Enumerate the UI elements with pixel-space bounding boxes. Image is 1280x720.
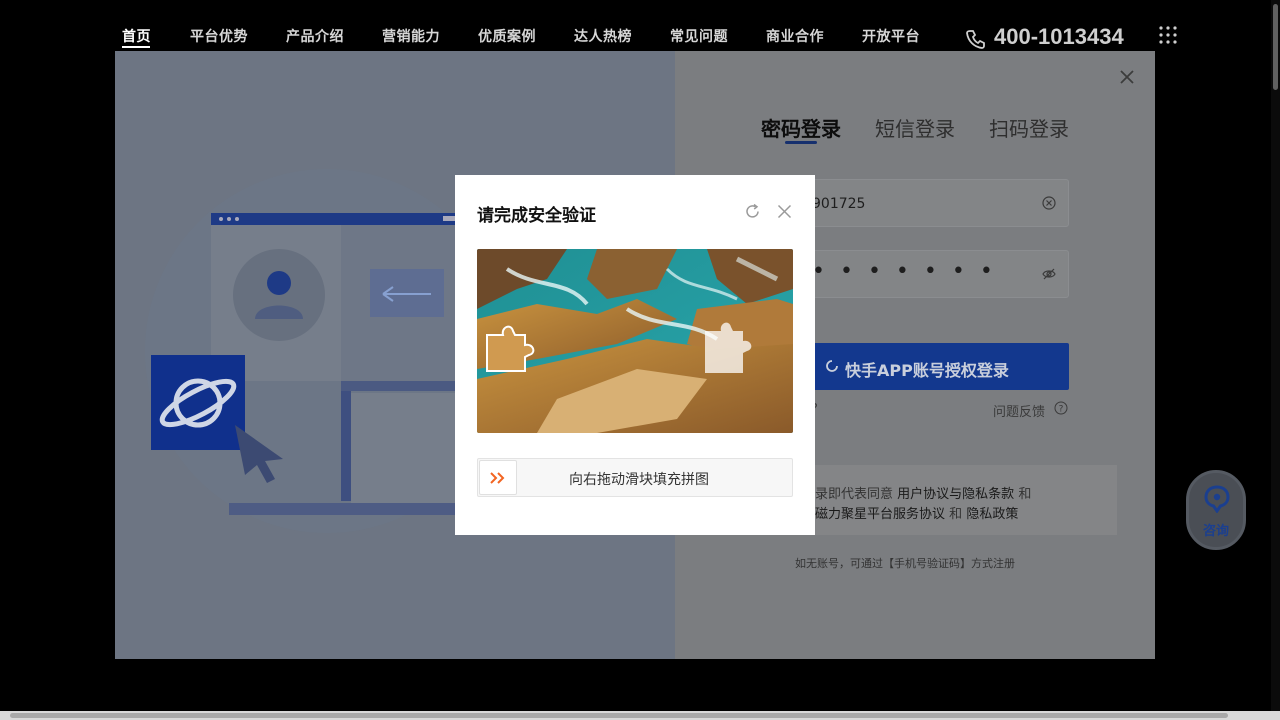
clear-input-icon[interactable] bbox=[1042, 196, 1056, 210]
privacy-policy-link[interactable]: 隐私政策 bbox=[966, 507, 1018, 522]
nav-cases[interactable]: 优质案例 bbox=[478, 26, 536, 46]
refresh-icon[interactable] bbox=[744, 203, 761, 220]
svg-text:?: ? bbox=[1059, 405, 1064, 415]
vertical-scrollbar[interactable] bbox=[1271, 0, 1280, 711]
horizontal-scrollbar-thumb[interactable] bbox=[10, 713, 1228, 718]
captcha-title: 请完成安全验证 bbox=[477, 206, 596, 226]
service-agreement-link[interactable]: 磁力聚星平台服务协议 bbox=[815, 507, 945, 522]
user-agreement-link[interactable]: 用户协议与隐私条款 bbox=[897, 487, 1014, 502]
loading-spinner-icon bbox=[826, 360, 838, 372]
nav-platform-advantages[interactable]: 平台优势 bbox=[190, 26, 248, 46]
nav-active-indicator bbox=[122, 46, 150, 48]
agreement-line-2: 磁力聚星平台服务协议 和 隐私政策 bbox=[815, 503, 1018, 522]
slider-track[interactable]: 向右拖动滑块填充拼图 bbox=[477, 458, 793, 497]
puzzle-image bbox=[477, 249, 793, 433]
tab-password-login[interactable]: 密码登录 bbox=[761, 113, 841, 142]
kuaishou-app-login-button[interactable]: 快手APP账号授权登录 bbox=[805, 343, 1069, 390]
vertical-scrollbar-thumb[interactable] bbox=[1273, 4, 1278, 90]
agreement-notice: 录即代表同意 用户协议与隐私条款 和 磁力聚星平台服务协议 和 隐私政策 bbox=[805, 465, 1117, 535]
nav-business[interactable]: 商业合作 bbox=[766, 26, 824, 46]
chat-bubble-icon bbox=[1204, 485, 1230, 513]
nav-products[interactable]: 产品介绍 bbox=[286, 26, 344, 46]
phone-icon bbox=[966, 30, 985, 49]
coastal-rocks-image bbox=[477, 249, 793, 433]
top-navigation: 首页 平台优势 产品介绍 营销能力 优质案例 达人热榜 常见问题 商业合作 开放… bbox=[0, 0, 1280, 52]
captcha-close-icon[interactable] bbox=[777, 204, 792, 219]
account-value: 901725 bbox=[812, 196, 866, 212]
nav-creator-ranking[interactable]: 达人热榜 bbox=[574, 26, 632, 46]
password-field[interactable]: • • • • • • • bbox=[805, 250, 1069, 298]
nav-marketing[interactable]: 营销能力 bbox=[382, 26, 440, 46]
nav-home[interactable]: 首页 bbox=[122, 26, 151, 46]
consult-label: 咨询 bbox=[1202, 524, 1229, 539]
tab-sms-login[interactable]: 短信登录 bbox=[875, 113, 955, 142]
kuaishou-button-label: 快手APP账号授权登录 bbox=[845, 361, 1009, 380]
help-circle-icon[interactable]: ? bbox=[1054, 401, 1068, 415]
phone-number: 400-1013434 bbox=[994, 24, 1124, 49]
apps-grid-icon[interactable] bbox=[1159, 26, 1177, 44]
consult-button[interactable]: 咨询 bbox=[1186, 470, 1246, 550]
agreement-and: 和 bbox=[1018, 487, 1032, 502]
agreement-prefix: 录即代表同意 bbox=[815, 487, 894, 502]
agreement-and: 和 bbox=[949, 507, 963, 522]
nav-faq[interactable]: 常见问题 bbox=[670, 26, 728, 46]
horizontal-scrollbar[interactable] bbox=[0, 711, 1280, 720]
nav-open-platform[interactable]: 开放平台 bbox=[862, 26, 920, 46]
tab-active-indicator bbox=[785, 141, 817, 144]
account-field[interactable]: 901725 bbox=[805, 179, 1069, 227]
password-value: • • • • • • • bbox=[812, 259, 997, 284]
slider-hint: 向右拖动滑块填充拼图 bbox=[569, 472, 709, 488]
eye-hidden-icon[interactable] bbox=[1042, 267, 1056, 281]
agreement-line-1: 录即代表同意 用户协议与隐私条款 和 bbox=[815, 483, 1031, 502]
register-note: 如无账号，可通过【手机号验证码】方式注册 bbox=[795, 557, 1015, 570]
tab-qrcode-login[interactable]: 扫码登录 bbox=[989, 113, 1069, 142]
login-close-icon[interactable] bbox=[1119, 69, 1135, 85]
security-verification-dialog: 请完成安全验证 向右拖动滑块填充拼图 bbox=[455, 175, 815, 535]
feedback-link[interactable]: 问题反馈 bbox=[993, 401, 1045, 420]
